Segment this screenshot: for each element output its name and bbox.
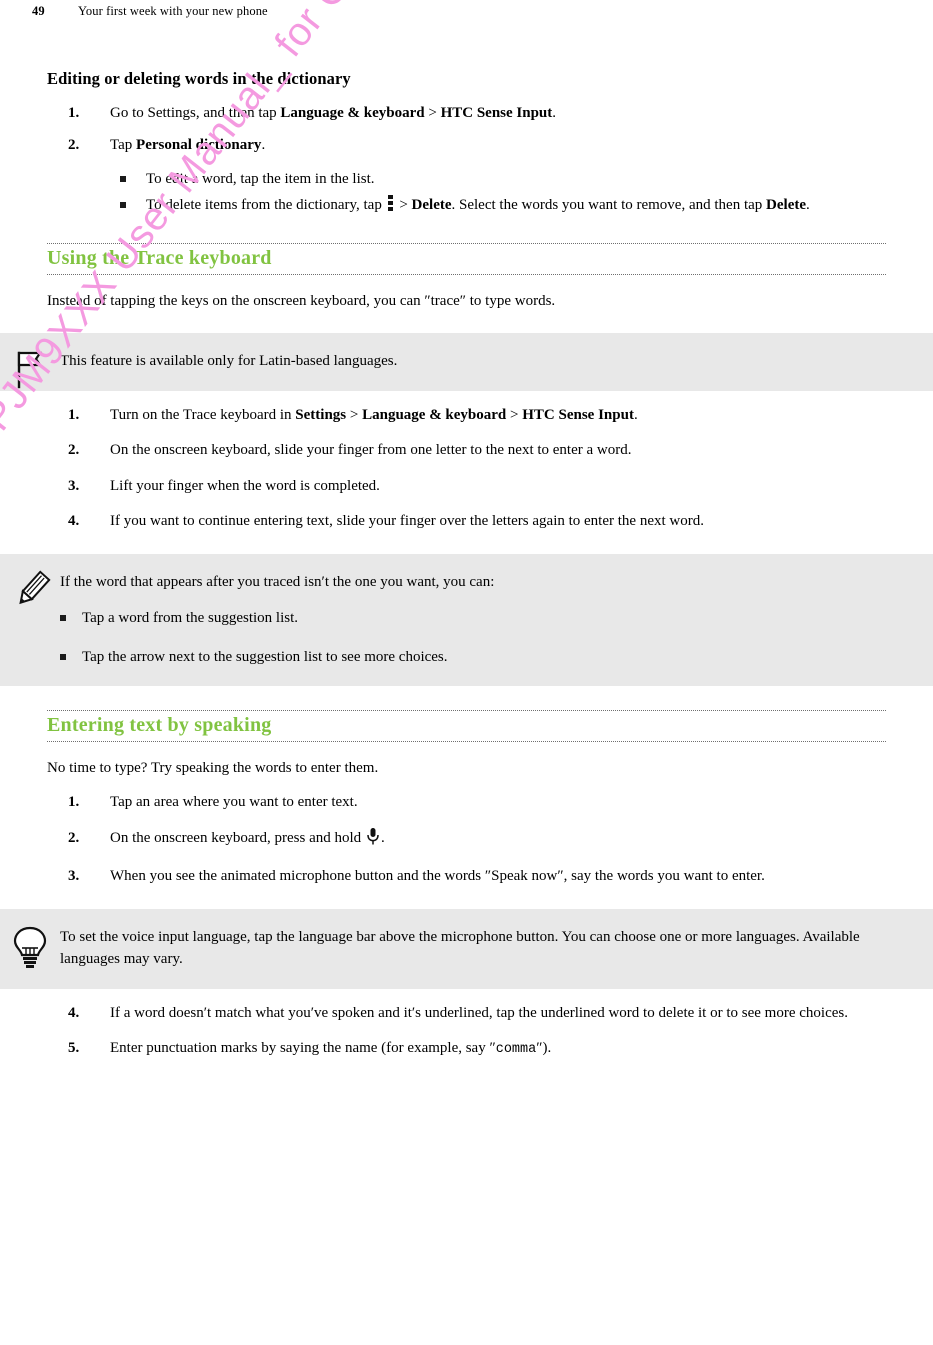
list-item: 5. Enter punctuation marks by saying the … [0, 1038, 933, 1059]
dotted-rule-bottom [47, 274, 886, 276]
emphasis-text: HTC Sense Input [522, 407, 634, 424]
emphasis-text: Delete [411, 196, 452, 213]
page-content: Editing or deleting words in the diction… [0, 22, 933, 1073]
list-item-text: Tap an area where you want to enter text… [110, 794, 358, 811]
speaking-intro: No time to type? Try speaking the words … [47, 760, 379, 777]
page-header: 49 Your first week with your new phone [0, 0, 933, 22]
list-item-number: 2. [68, 829, 80, 846]
inline-code: comma [495, 1042, 537, 1058]
list-item: 3. Lift your finger when the word is comp… [0, 476, 933, 497]
list-item-text: If you want to continue entering text, s… [110, 513, 704, 530]
emphasis-text: Language & keyboard [362, 407, 507, 424]
tip-text: To set the voice input language, tap the… [60, 929, 860, 968]
list-item: 4. If a word doesn′t match what you′ve sp… [0, 1003, 933, 1024]
list-item-text: On the onscreen keyboard, press and hold… [110, 827, 932, 852]
note-callout-latin-languages: This feature is available only for Latin… [0, 333, 933, 392]
note-text: This feature is available only for Latin… [60, 353, 398, 370]
emphasis-text: Delete [766, 196, 806, 213]
list-item: 2. Tap Personal dictionary. [0, 135, 933, 156]
heading-trace-keyboard: Using the Trace keyboard [47, 247, 272, 270]
pencil-icon [10, 568, 51, 612]
trace-keyboard-steps-list: 1. Turn on the Trace keyboard in Settings… [0, 405, 933, 532]
list-item: To edit a word, tap the item in the list… [0, 169, 933, 190]
list-item-number: 4. [68, 513, 80, 530]
bullet-marker-icon [120, 175, 126, 182]
page-number: 49 [32, 3, 45, 18]
overflow-menu-icon [387, 194, 394, 219]
list-item: To delete items from the dictionary, tap… [0, 194, 933, 219]
list-item-text: Go to Settings, and then tap Language & … [110, 105, 557, 121]
list-item-text: If a word doesn′t match what you′ve spok… [110, 1004, 848, 1021]
bullet-marker-icon [60, 615, 66, 622]
section-title-dictionary: Editing or deleting words in the diction… [47, 69, 351, 88]
list-item-text: Turn on the Trace keyboard in Settings >… [110, 407, 638, 424]
emphasis-text: Personal dictionary [136, 137, 262, 154]
list-item-text: Tap the arrow next to the suggestion lis… [82, 649, 448, 666]
list-item-text: To delete items from the dictionary, tap… [146, 194, 933, 219]
list-item-text: Tap a word from the suggestion list. [82, 610, 298, 627]
flag-icon [10, 347, 50, 391]
list-item-number: 3. [68, 477, 80, 494]
list-item: 2. On the onscreen keyboard, press and ho… [0, 827, 933, 852]
bullet-marker-icon [120, 201, 126, 208]
list-item-number: 1. [68, 794, 80, 811]
chapter-title: Your first week with your new phone [78, 3, 268, 18]
list-item-number: 1. [68, 105, 80, 121]
tip-bullets-list: Tap a word from the suggestion list. Tap … [60, 608, 873, 668]
list-item-text: On the onscreen keyboard, slide your fin… [110, 442, 632, 459]
tip-lead-text: If the word that appears after you trace… [60, 574, 495, 591]
list-item-number: 3. [68, 867, 80, 884]
trace-keyboard-heading-block: Using the Trace keyboard [0, 243, 933, 276]
list-item-number: 2. [68, 137, 80, 154]
list-item-number: 4. [68, 1004, 80, 1021]
dictionary-bullets-list: To edit a word, tap the item in the list… [0, 169, 933, 220]
heading-entering-text-by-speaking: Entering text by speaking [47, 714, 272, 737]
emphasis-text: Language & keyboard [280, 105, 425, 121]
speaking-heading-block: Entering text by speaking [0, 710, 933, 743]
bullet-marker-icon [60, 654, 66, 661]
list-item: 4. If you want to continue entering text,… [0, 511, 933, 532]
list-item-text: Lift your finger when the word is comple… [110, 477, 380, 494]
dictionary-steps-list: 1. Go to Settings, and then tap Language … [0, 103, 933, 157]
list-item: 3. When you see the animated microphone b… [0, 866, 933, 887]
list-item-number: 5. [68, 1040, 80, 1057]
list-item-text: Enter punctuation marks by saying the na… [110, 1040, 552, 1058]
list-item-text: When you see the animated microphone but… [110, 867, 765, 884]
speaking-steps-list-part2: 4. If a word doesn′t match what you′ve sp… [0, 1003, 933, 1060]
speaking-steps-list-part1: 1. Tap an area where you want to enter te… [0, 792, 933, 887]
list-item: 1. Turn on the Trace keyboard in Settings… [0, 405, 933, 426]
dotted-rule-bottom [47, 741, 886, 743]
list-item: 1. Tap an area where you want to enter te… [0, 792, 933, 813]
list-item: 2. On the onscreen keyboard, slide your f… [0, 440, 933, 461]
tip-callout-suggestions: If the word that appears after you trace… [0, 554, 933, 687]
list-item-number: 1. [68, 407, 80, 424]
list-item: Tap the arrow next to the suggestion lis… [60, 647, 873, 668]
microphone-icon [367, 827, 379, 852]
emphasis-text: Settings [295, 407, 347, 424]
list-item: Tap a word from the suggestion list. [60, 608, 873, 629]
list-item-text: Tap Personal dictionary. [110, 137, 266, 154]
lightbulb-icon [10, 923, 50, 969]
trace-keyboard-intro: Instead of tapping the keys on the onscr… [47, 293, 556, 310]
list-item: 1. Go to Settings, and then tap Language … [0, 103, 933, 124]
list-item-number: 2. [68, 442, 80, 459]
emphasis-text: HTC Sense Input [440, 105, 553, 121]
list-item-text: To edit a word, tap the item in the list… [146, 170, 375, 187]
tip-callout-voice-language: To set the voice input language, tap the… [0, 909, 933, 989]
